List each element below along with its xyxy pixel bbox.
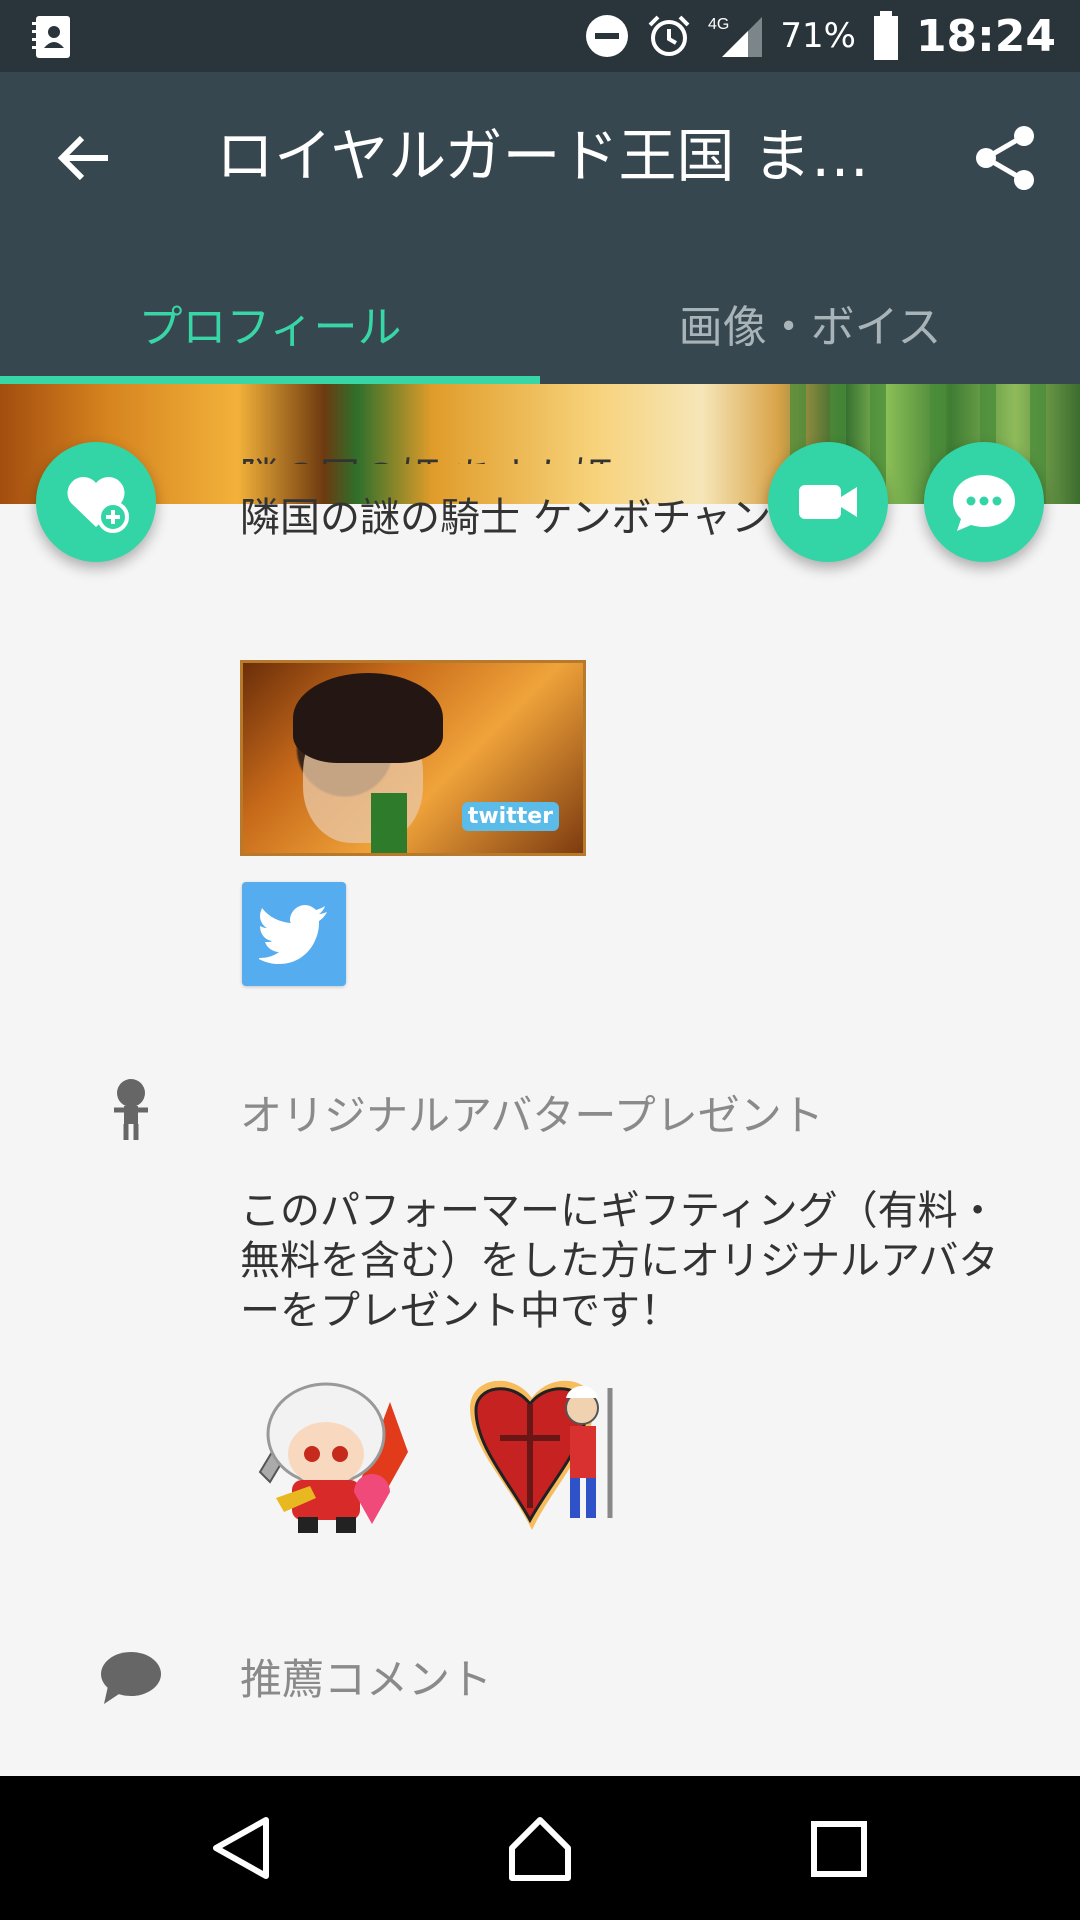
share-icon[interactable]: [972, 124, 1040, 192]
app-bar: ロイヤルガード王国 ま… プロフィール 画像・ボイス: [0, 72, 1080, 384]
twitter-bird-icon: [259, 905, 327, 964]
svg-text:4G: 4G: [708, 16, 729, 33]
profile-header-image: [0, 384, 1080, 504]
tab-profile[interactable]: プロフィール: [0, 272, 540, 384]
profile-bio: 隣の国の姫 あすか姫 隣国の謎の騎士 ケンボチャン: [240, 455, 772, 544]
video-call-button[interactable]: [768, 442, 888, 562]
tab-images-voice[interactable]: 画像・ボイス: [540, 272, 1080, 384]
nav-back-icon[interactable]: [206, 1812, 278, 1884]
comment-icon: [101, 1652, 161, 1704]
alarm-icon: [648, 15, 690, 56]
contacts-icon: [32, 16, 70, 58]
avatar-present-label: オリジナルアバタープレゼント: [240, 1091, 824, 1140]
signal-icon: 4G: [708, 16, 763, 57]
dnd-icon: [586, 15, 629, 57]
video-camera-icon: [799, 485, 857, 519]
back-arrow-icon[interactable]: [52, 126, 116, 190]
page-title: ロイヤルガード王国 ま…: [216, 122, 869, 190]
status-bar: 4G 71% 18:24: [0, 0, 1080, 72]
twitter-link-button[interactable]: [242, 882, 346, 986]
chat-button[interactable]: [924, 442, 1044, 562]
chat-bubble-icon: [953, 475, 1015, 531]
system-nav-bar: [0, 1776, 1080, 1920]
avatar-figure-icon: [114, 1079, 148, 1140]
avatar-present-description: このパフォーマーにギフティング（有料・無料を含む）をした方にオリジナルアバターを…: [240, 1188, 999, 1334]
twitter-banner-image[interactable]: twitter: [240, 660, 586, 856]
avatar-knight-chibi[interactable]: [240, 1362, 416, 1538]
battery-percent: 71%: [780, 16, 856, 56]
tab-bar: プロフィール 画像・ボイス: [0, 272, 1080, 384]
clock: 18:24: [915, 10, 1056, 62]
nav-recents-icon[interactable]: [804, 1812, 876, 1884]
recommend-comment-label: 推薦コメント: [240, 1655, 493, 1704]
avatar-royal-guard-emblem[interactable]: [462, 1368, 628, 1536]
bio-line: 隣国の謎の騎士 ケンボチャン: [240, 495, 772, 541]
favorite-add-button[interactable]: [36, 442, 156, 562]
battery-icon: [873, 11, 898, 60]
heart-add-icon: [67, 476, 129, 533]
nav-home-icon[interactable]: [504, 1812, 576, 1884]
twitter-banner-text: twitter: [461, 802, 559, 831]
